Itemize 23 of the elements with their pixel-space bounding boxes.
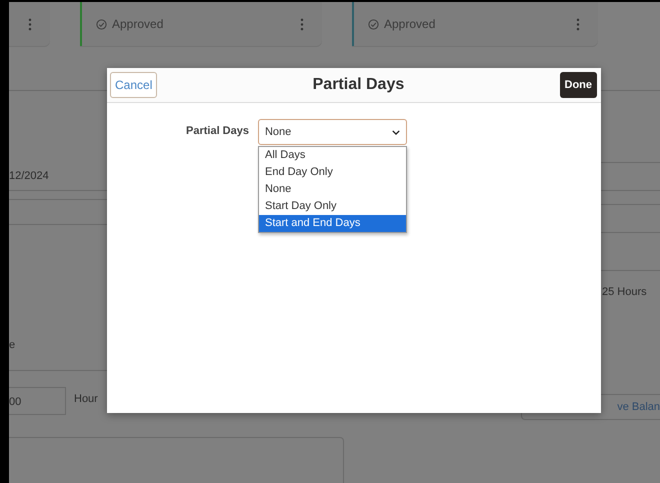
done-button[interactable]: Done [560, 72, 597, 98]
field-label: Partial Days [186, 125, 249, 137]
comment-field[interactable] [9, 437, 344, 483]
status-label: Approved [384, 17, 436, 31]
dropdown-option[interactable]: Start Day Only [258, 198, 406, 215]
partial-days-dropdown[interactable]: None [258, 119, 407, 145]
status-label: Approved [112, 17, 164, 31]
more-menu-icon[interactable] [28, 18, 32, 30]
cancel-button[interactable]: Cancel [110, 72, 158, 98]
dropdown-option[interactable]: End Day Only [258, 164, 406, 181]
unit-label: Hour [74, 393, 98, 405]
field-label: e [9, 339, 16, 351]
hours-text: 25 Hours [602, 286, 647, 298]
dialog-title: Partial Days [312, 76, 404, 94]
check-circle-icon [368, 18, 379, 30]
more-menu-icon[interactable] [576, 18, 580, 30]
dropdown-option[interactable]: All Days [258, 147, 406, 164]
dropdown-option[interactable]: Start and End Days [258, 215, 406, 232]
amount-field[interactable]: 00 [9, 387, 66, 415]
check-circle-icon [96, 18, 107, 30]
chevron-down-icon[interactable] [392, 130, 400, 134]
dropdown-option[interactable]: None [258, 181, 406, 198]
more-menu-icon[interactable] [300, 18, 304, 30]
